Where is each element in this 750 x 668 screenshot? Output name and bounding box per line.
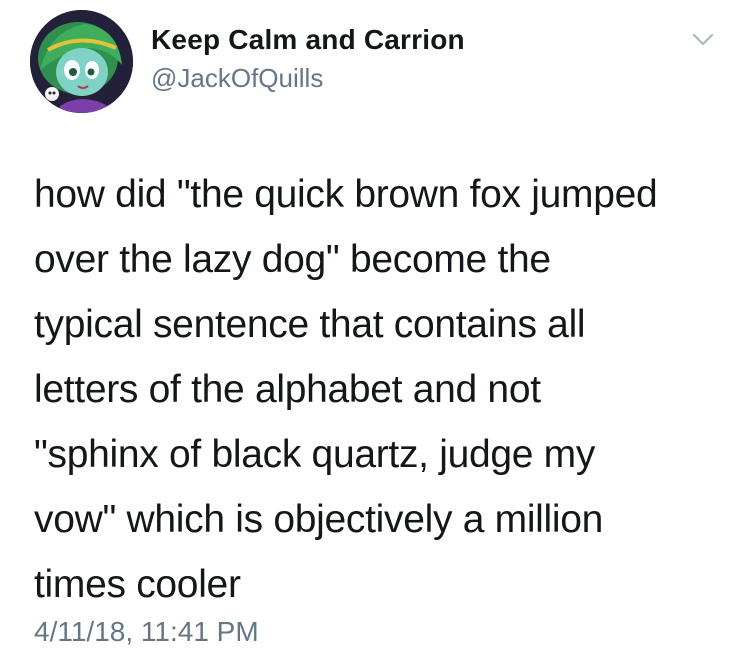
avatar-image [30,10,133,113]
avatar[interactable] [30,10,133,113]
tweet: Keep Calm and Carrion @JackOfQuills how … [0,0,750,668]
display-name[interactable]: Keep Calm and Carrion [151,24,465,56]
chevron-down-icon[interactable] [688,30,718,50]
tweet-text: how did "the quick brown fox jumped over… [34,173,658,606]
tweet-timestamp[interactable]: 4/11/18, 11:41 PM [34,616,259,648]
user-handle[interactable]: @JackOfQuills [151,63,323,94]
